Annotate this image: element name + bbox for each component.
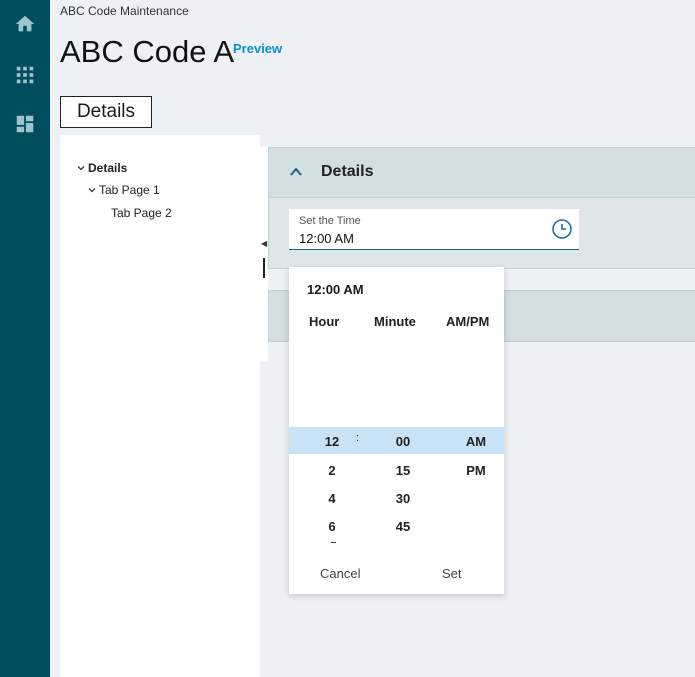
hour-option[interactable]: 12 <box>312 434 352 449</box>
cancel-button[interactable]: Cancel <box>320 566 360 581</box>
details-section: Details <box>268 147 695 269</box>
minute-column-header: Minute <box>374 314 416 329</box>
minute-option[interactable]: 45 <box>383 519 423 534</box>
chevron-up-icon[interactable] <box>289 166 303 178</box>
home-icon[interactable] <box>14 13 36 35</box>
ampm-option[interactable]: PM <box>456 463 496 478</box>
set-button[interactable]: Set <box>442 566 462 581</box>
tab-details[interactable]: Details <box>60 96 152 128</box>
hour-column-header: Hour <box>309 314 340 329</box>
ampm-option[interactable]: AM <box>456 434 496 449</box>
chevron-down-icon <box>77 166 85 171</box>
tree-panel: Details Tab Page 1 Tab Page 2 <box>60 135 260 677</box>
time-separator: : <box>356 432 360 444</box>
chevron-down-icon <box>88 188 96 193</box>
picker-current-time: 12:00 AM <box>307 282 364 297</box>
time-picker-popup: 12:00 AM Hour Minute AM/PM : 12 2 4 6 00… <box>289 267 504 594</box>
hour-option[interactable]: 2 <box>312 463 352 478</box>
breadcrumb: ABC Code Maintenance <box>60 4 189 18</box>
ampm-column-header: AM/PM <box>446 314 490 329</box>
apps-grid-icon[interactable] <box>14 64 36 86</box>
nav-rail <box>0 0 50 677</box>
minute-option[interactable]: 15 <box>383 463 423 478</box>
dashboard-icon[interactable] <box>14 113 36 135</box>
clock-icon[interactable] <box>551 218 573 240</box>
tree-item-label: Details <box>88 161 128 175</box>
time-input[interactable]: Set the Time 12:00 AM <box>289 209 579 250</box>
collapse-arrow-icon[interactable]: ◀ <box>261 239 267 248</box>
minute-option[interactable]: 00 <box>383 434 423 449</box>
minute-option[interactable]: 30 <box>383 491 423 506</box>
hour-scroll-indicator <box>331 542 336 543</box>
time-input-label: Set the Time <box>299 215 361 227</box>
tree-item-tab-page-1[interactable]: Tab Page 1 <box>87 183 160 197</box>
page-title: ABC Code A <box>60 34 235 69</box>
hour-option[interactable]: 4 <box>312 491 352 506</box>
splitter[interactable] <box>260 147 268 362</box>
tree-item-label: Tab Page 1 <box>99 183 160 197</box>
hour-option[interactable]: 6 <box>312 519 352 534</box>
tree-item-label: Tab Page 2 <box>111 206 172 220</box>
section-title: Details <box>321 163 374 180</box>
preview-link[interactable]: Preview <box>233 41 282 56</box>
splitter-handle[interactable] <box>263 258 265 278</box>
details-section-header[interactable]: Details <box>269 148 695 198</box>
tree-item-tab-page-2[interactable]: Tab Page 2 <box>111 206 172 220</box>
tree-item-details[interactable]: Details <box>76 161 127 175</box>
time-input-value[interactable]: 12:00 AM <box>299 231 354 246</box>
